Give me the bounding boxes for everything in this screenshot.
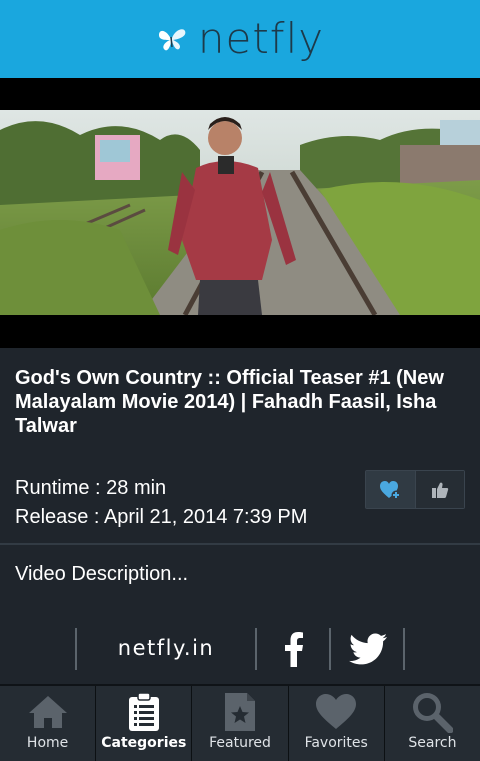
star-document-icon bbox=[225, 693, 255, 731]
heart-icon bbox=[316, 694, 357, 729]
butterfly-icon bbox=[158, 29, 186, 51]
tab-favorites[interactable]: Favorites bbox=[288, 686, 385, 761]
tab-home[interactable]: Home bbox=[0, 686, 97, 761]
tab-label: Search bbox=[408, 735, 457, 751]
clipboard-list-icon bbox=[128, 692, 159, 731]
twitter-button[interactable] bbox=[332, 628, 404, 670]
runtime-text: Runtime : 28 min bbox=[15, 477, 167, 499]
website-link[interactable]: netfly.in bbox=[78, 636, 254, 660]
video-scene-image bbox=[0, 110, 480, 315]
separator bbox=[75, 628, 77, 670]
twitter-icon bbox=[349, 633, 387, 665]
bottom-tab-bar: Home Categories Featured Favorites Searc… bbox=[0, 684, 480, 761]
separator bbox=[329, 628, 331, 670]
release-text: Release : April 21, 2014 7:39 PM bbox=[15, 506, 308, 528]
thumbs-up-icon bbox=[431, 482, 448, 498]
app-header: netfly bbox=[0, 0, 480, 78]
video-actions bbox=[365, 470, 465, 509]
add-favorite-button[interactable] bbox=[366, 471, 416, 508]
brand-logo[interactable]: netfly bbox=[156, 18, 324, 60]
video-description[interactable]: Video Description... bbox=[15, 563, 188, 586]
video-title: God's Own Country :: Official Teaser #1 … bbox=[15, 367, 444, 437]
tab-label: Home bbox=[26, 735, 69, 751]
heart-plus-icon bbox=[380, 480, 401, 499]
tab-search[interactable]: Search bbox=[384, 686, 480, 761]
video-thumbnail[interactable] bbox=[0, 110, 480, 315]
like-button[interactable] bbox=[415, 471, 464, 508]
separator bbox=[255, 628, 257, 670]
section-divider bbox=[0, 543, 480, 545]
separator bbox=[403, 628, 405, 670]
home-icon bbox=[28, 696, 67, 728]
tab-categories[interactable]: Categories bbox=[96, 686, 193, 761]
facebook-button[interactable] bbox=[258, 628, 330, 670]
brand-name: netfly bbox=[197, 14, 325, 63]
tab-label: Featured bbox=[209, 735, 271, 751]
video-meta: Runtime : 28 min Release : April 21, 201… bbox=[15, 474, 307, 532]
tab-label: Categories bbox=[101, 735, 187, 751]
facebook-icon bbox=[285, 632, 303, 667]
tab-label: Favorites bbox=[304, 735, 368, 751]
tab-featured[interactable]: Featured bbox=[192, 686, 289, 761]
social-links-row: netfly.in bbox=[0, 628, 480, 670]
search-icon bbox=[413, 693, 454, 733]
